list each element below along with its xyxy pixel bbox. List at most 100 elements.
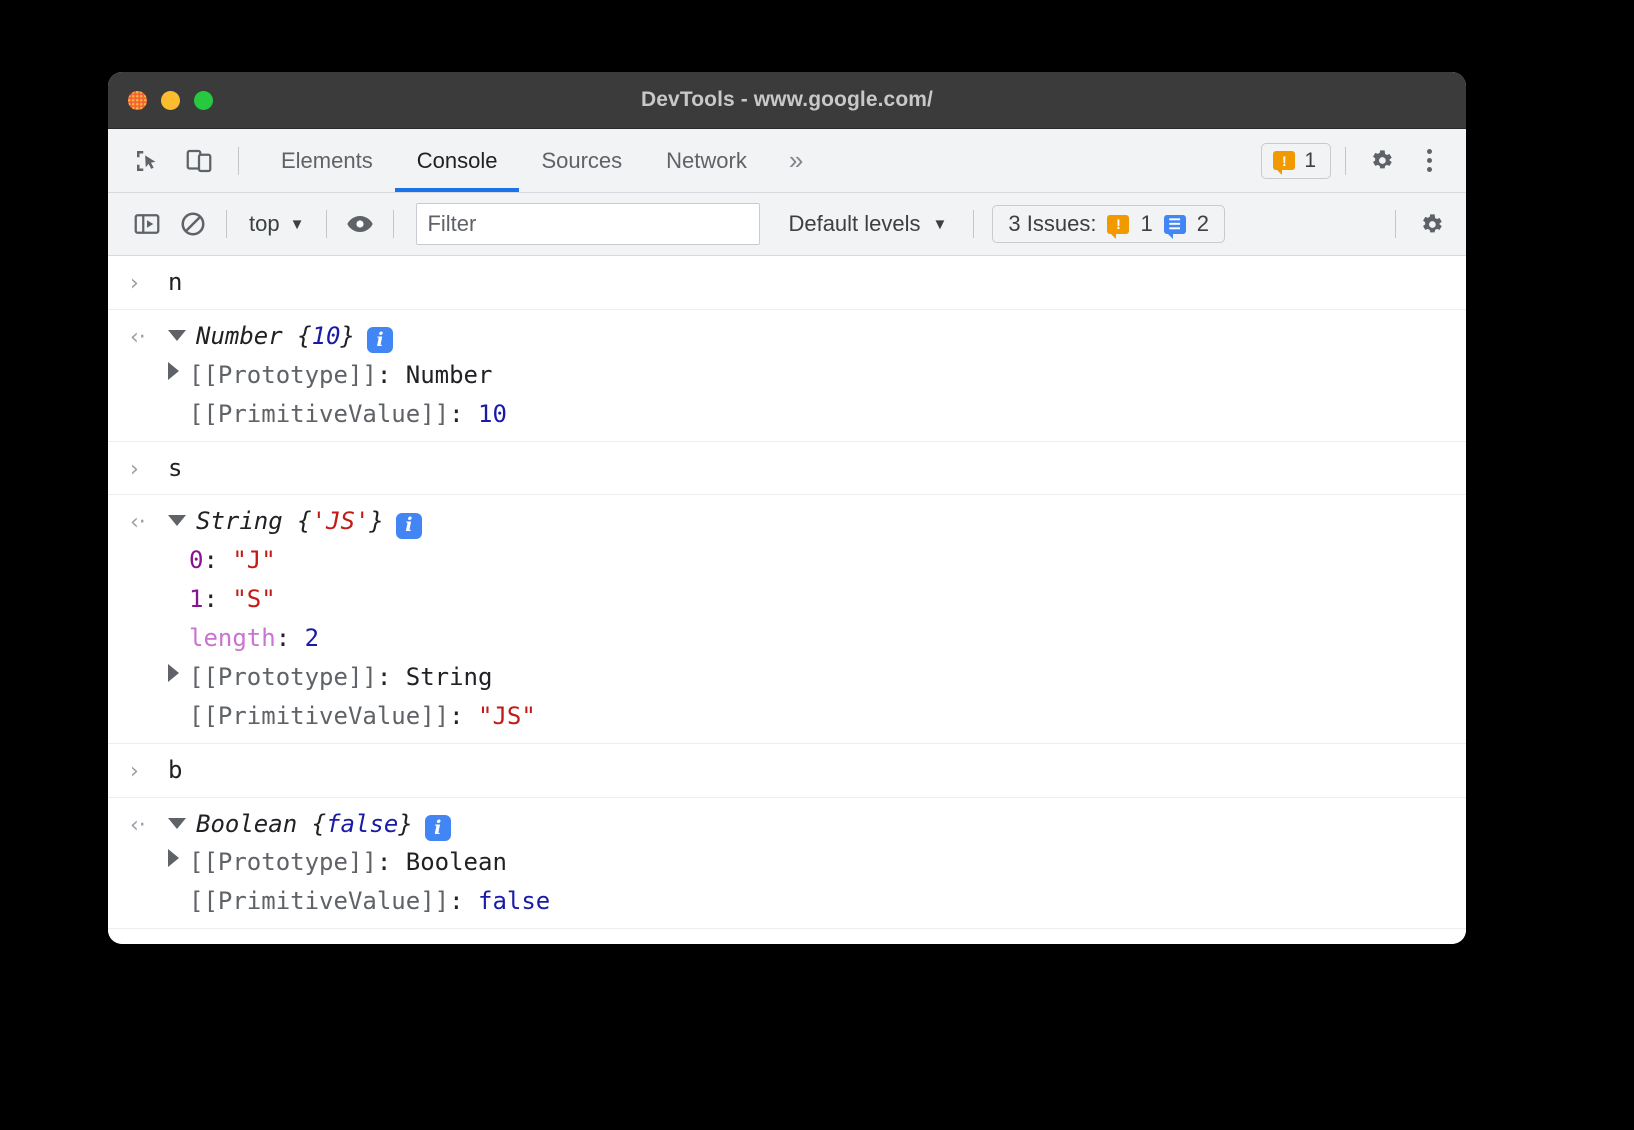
- property-separator: :: [203, 541, 232, 580]
- tab-elements[interactable]: Elements: [259, 129, 395, 192]
- minimize-window-button[interactable]: [161, 91, 180, 110]
- console-prompt[interactable]: ›: [108, 929, 1466, 944]
- prompt-arrow-icon: ›: [130, 754, 168, 790]
- log-levels-selector[interactable]: Default levels ▼: [774, 211, 961, 237]
- tab-network-label: Network: [666, 148, 747, 174]
- issues-warning-count: 1: [1140, 211, 1152, 237]
- object-brace-close: }: [398, 805, 412, 844]
- inspect-cursor-icon[interactable]: [126, 140, 168, 182]
- warning-count-badge[interactable]: ! 1: [1261, 143, 1331, 179]
- execution-context-value: top: [249, 211, 280, 237]
- property-separator: :: [276, 619, 305, 658]
- chevron-down-icon: ▼: [933, 216, 948, 233]
- close-window-button[interactable]: [128, 91, 147, 110]
- console-toolbar-divider-1: [226, 210, 227, 238]
- tab-sources[interactable]: Sources: [519, 129, 644, 192]
- property-key: [[Prototype]]: [189, 356, 377, 395]
- tabbar-left-tools: [108, 129, 247, 192]
- warning-bubble-icon: !: [1107, 215, 1129, 234]
- property-value: String: [406, 658, 493, 697]
- property-value: "S": [232, 580, 275, 619]
- create-live-expression-icon[interactable]: [339, 203, 381, 245]
- object-brace-open: {: [283, 502, 312, 541]
- issues-summary-button[interactable]: 3 Issues: ! 1 ☰ 2: [992, 205, 1225, 243]
- tab-console-label: Console: [417, 148, 498, 174]
- property-value: false: [478, 882, 550, 921]
- console-input-text: b: [168, 751, 182, 790]
- triangle-down-icon: [168, 818, 186, 829]
- triangle-right-icon: [168, 362, 179, 380]
- console-sidebar-icon[interactable]: [126, 203, 168, 245]
- window-title: DevTools - www.google.com/: [108, 88, 1466, 112]
- info-bubble-icon: ☰: [1164, 215, 1186, 234]
- object-brace-close: }: [341, 317, 355, 356]
- property-key: [[Prototype]]: [189, 843, 377, 882]
- console-toolbar: top ▼ Filter Default levels ▼ 3 Issues:: [108, 193, 1466, 256]
- more-tabs-chevron-icon[interactable]: »: [769, 129, 823, 192]
- device-toolbar-icon[interactable]: [178, 140, 220, 182]
- property-value: "JS": [478, 697, 536, 736]
- filter-input[interactable]: Filter: [416, 203, 760, 245]
- object-constructor-name: Boolean: [196, 805, 297, 844]
- info-badge-icon[interactable]: i: [396, 513, 422, 539]
- tab-network[interactable]: Network: [644, 129, 769, 192]
- property-key: [[PrimitiveValue]]: [189, 882, 449, 921]
- object-constructor-name: Number: [196, 317, 283, 356]
- object-expand-toggle[interactable]: [168, 805, 196, 844]
- console-output-message[interactable]: ‹·Number {10}i[[Prototype]]: Number[[Pri…: [108, 310, 1466, 442]
- gear-icon[interactable]: [1360, 140, 1402, 182]
- property-separator: :: [377, 843, 406, 882]
- info-badge-icon[interactable]: i: [367, 327, 393, 353]
- prototype-expand-toggle[interactable]: [168, 356, 189, 395]
- warning-bubble-icon: !: [1273, 151, 1295, 170]
- gear-icon[interactable]: [1410, 203, 1452, 245]
- execution-context-selector[interactable]: top ▼: [239, 211, 314, 237]
- property-separator: :: [449, 395, 478, 434]
- maximize-window-button[interactable]: [194, 91, 213, 110]
- property-key: 0: [189, 541, 203, 580]
- screenshot-stage: DevTools - www.google.com/: [0, 0, 1634, 1130]
- object-preview-value: 10: [312, 317, 341, 356]
- console-toolbar-right: [1387, 203, 1452, 245]
- property-separator: :: [203, 580, 232, 619]
- tab-console[interactable]: Console: [395, 129, 520, 192]
- prototype-expand-toggle[interactable]: [168, 843, 189, 882]
- console-message-list[interactable]: ›n‹·Number {10}i[[Prototype]]: Number[[P…: [108, 256, 1466, 944]
- result-arrow-icon: ‹·: [130, 505, 168, 541]
- property-value: Boolean: [406, 843, 507, 882]
- property-value: "J": [232, 541, 275, 580]
- object-brace-open: {: [283, 317, 312, 356]
- property-value: 10: [478, 395, 507, 434]
- result-arrow-icon: ‹·: [130, 808, 168, 844]
- property-key: [[PrimitiveValue]]: [189, 395, 449, 434]
- console-input-message[interactable]: ›b: [108, 744, 1466, 798]
- object-preview-value: 'JS': [312, 502, 370, 541]
- object-expand-toggle[interactable]: [168, 317, 196, 356]
- console-output-message[interactable]: ‹·String {'JS'}i0: "J"1: "S"length: 2[[P…: [108, 495, 1466, 743]
- triangle-down-icon: [168, 515, 186, 526]
- triangle-right-icon: [168, 664, 179, 682]
- kebab-dots: [1414, 146, 1444, 176]
- tabbar-right-divider: [1345, 147, 1346, 175]
- issues-label: 3 Issues:: [1008, 211, 1096, 237]
- property-value: 2: [305, 619, 319, 658]
- prompt-arrow-icon: ›: [132, 943, 143, 944]
- console-input-message[interactable]: ›n: [108, 256, 1466, 310]
- clear-console-icon[interactable]: [172, 203, 214, 245]
- console-toolbar-divider-2: [326, 210, 327, 238]
- property-separator: :: [377, 356, 406, 395]
- console-input-message[interactable]: ›s: [108, 442, 1466, 496]
- info-badge-icon[interactable]: i: [425, 815, 451, 841]
- property-key: length: [189, 619, 276, 658]
- panel-tabs: Elements Console Sources Network »: [259, 129, 823, 192]
- devtools-tabbar: Elements Console Sources Network » ! 1: [108, 129, 1466, 193]
- tab-elements-label: Elements: [281, 148, 373, 174]
- kebab-menu-icon[interactable]: [1408, 140, 1450, 182]
- console-output-message[interactable]: ‹·Boolean {false}i[[Prototype]]: Boolean…: [108, 798, 1466, 930]
- object-expand-toggle[interactable]: [168, 502, 196, 541]
- console-toolbar-divider-4: [973, 210, 974, 238]
- property-separator: :: [449, 697, 478, 736]
- prototype-expand-toggle[interactable]: [168, 658, 189, 697]
- console-toolbar-divider-5: [1395, 210, 1396, 238]
- property-value: Number: [406, 356, 493, 395]
